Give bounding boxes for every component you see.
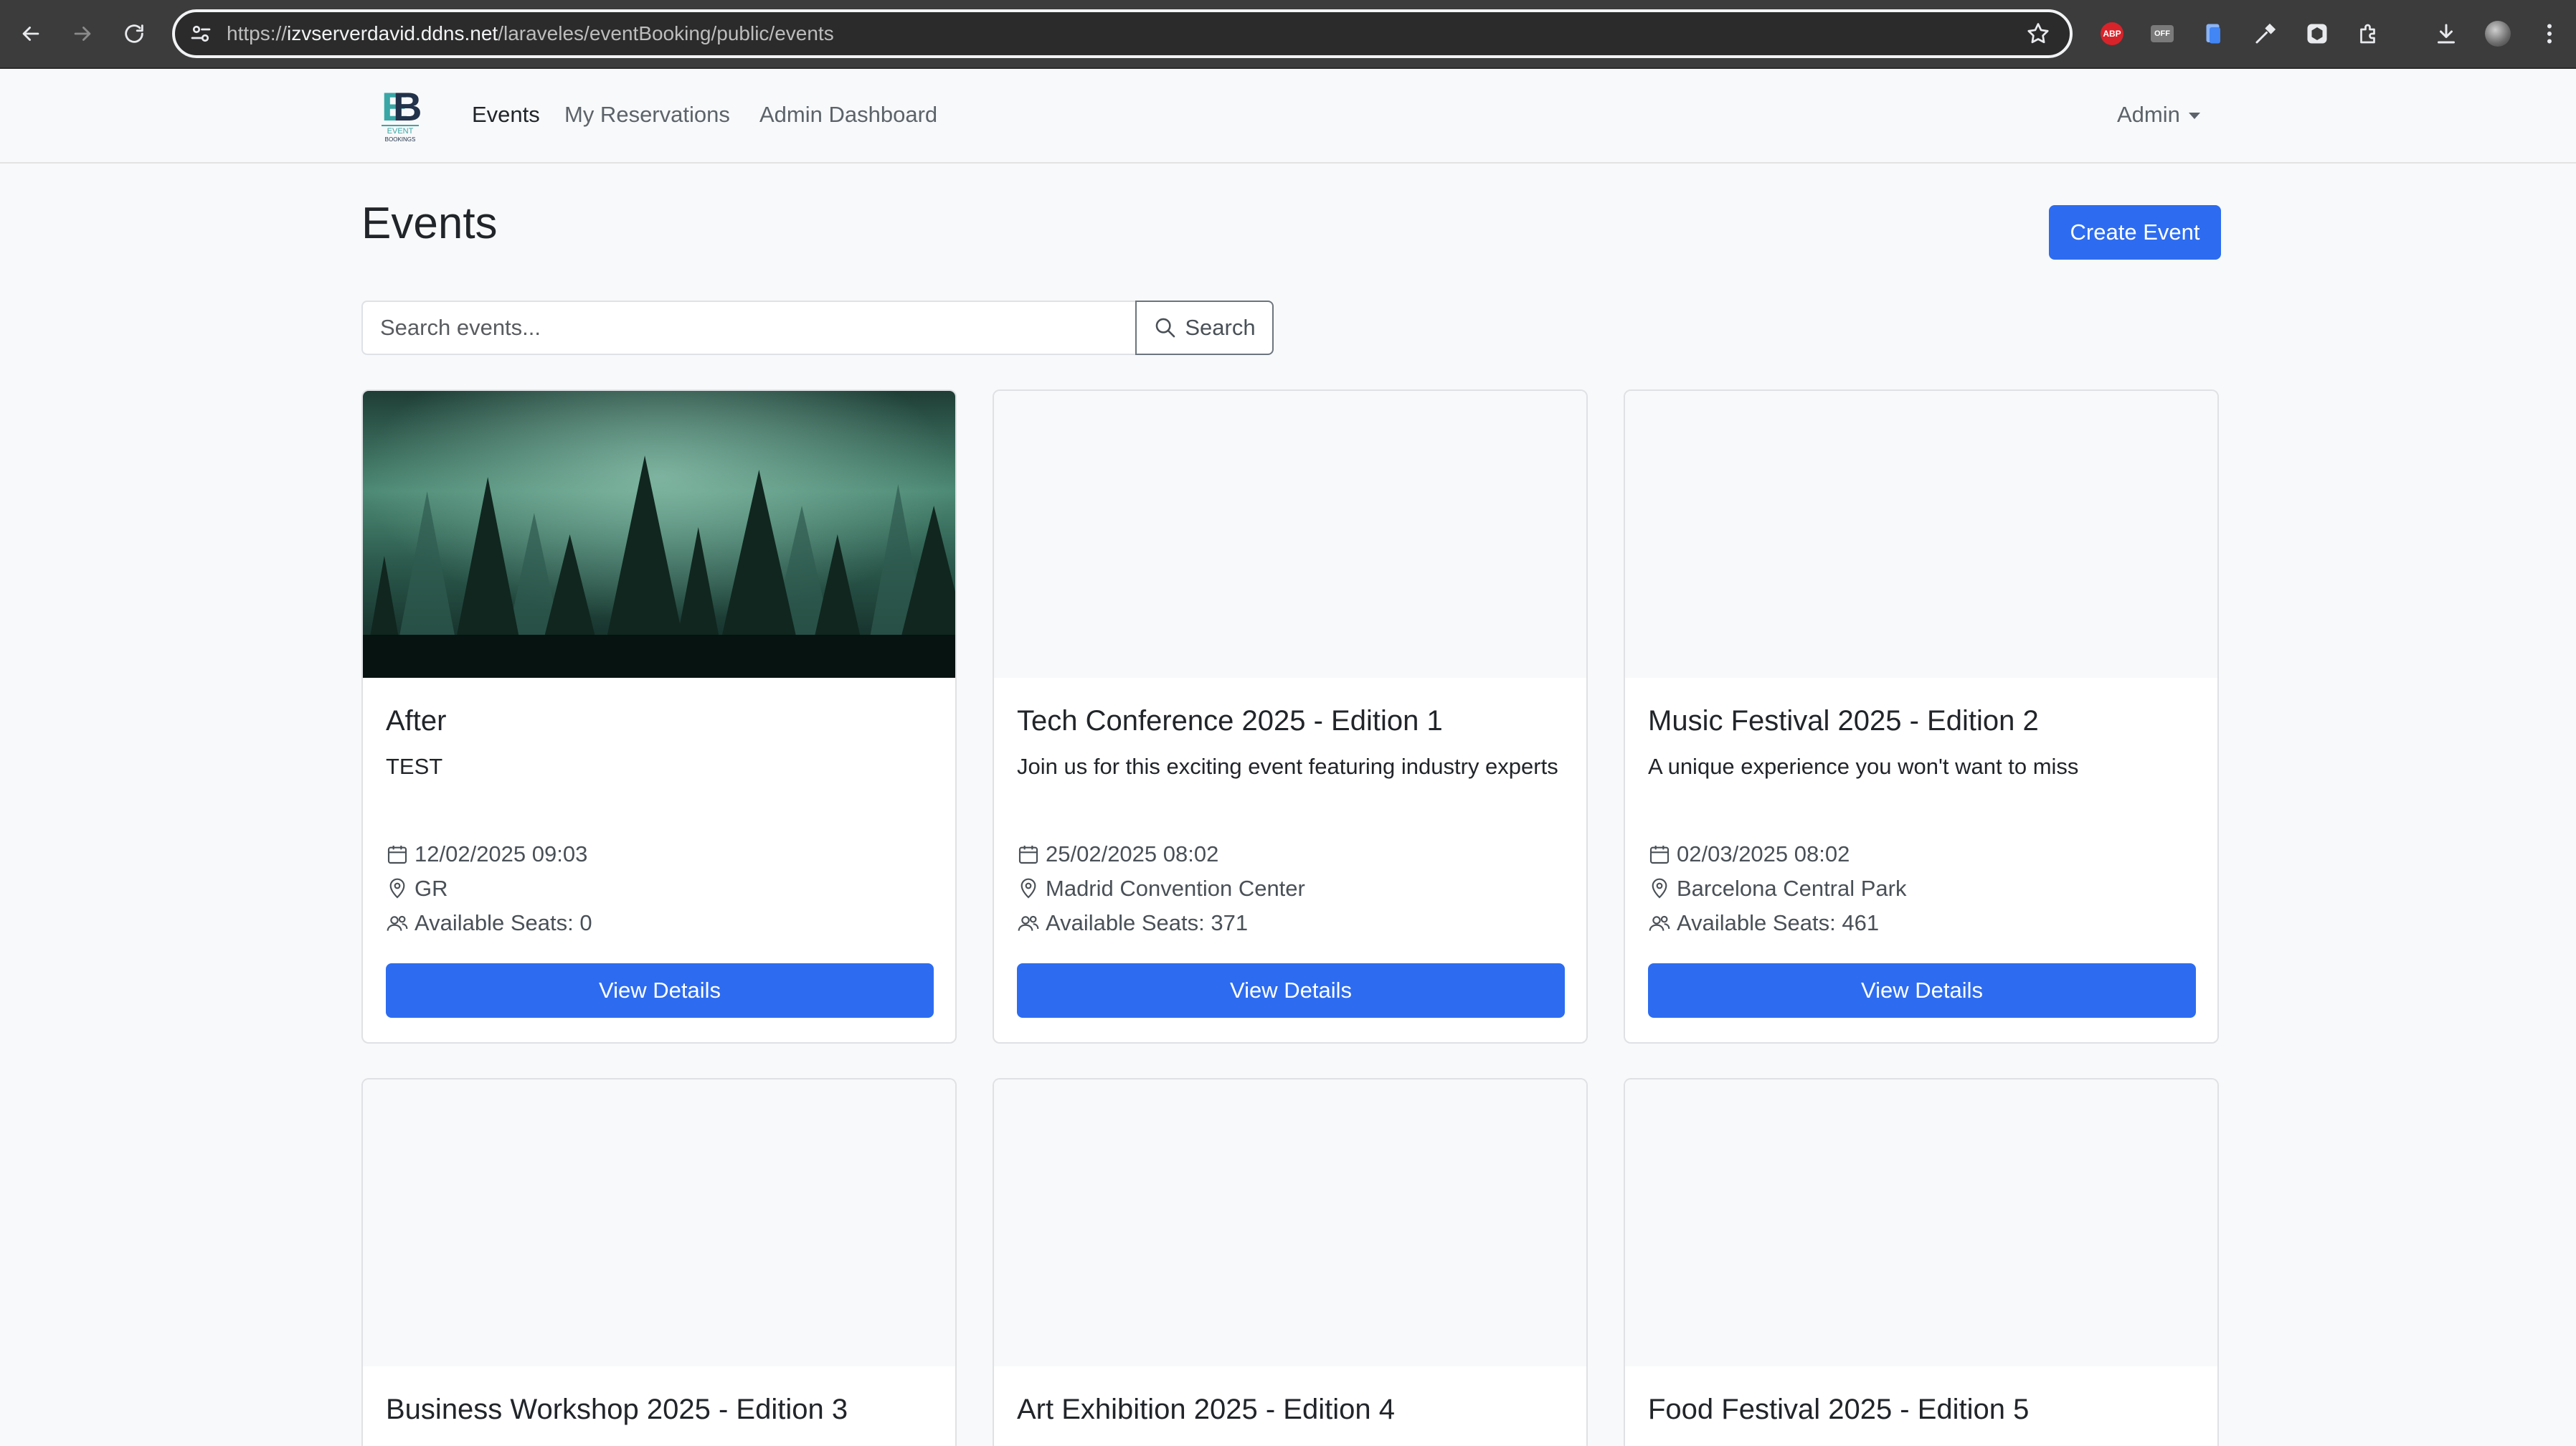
- app-navbar: E B EVENT BOOKINGS Events My Reservation…: [0, 69, 2576, 164]
- off-extension-icon[interactable]: OFF: [2149, 20, 2176, 47]
- browser-toolbar: https://izvserverdavid.ddns.net/laravele…: [0, 0, 2576, 69]
- event-location: Barcelona Central Park: [1648, 876, 1907, 902]
- event-card: Food Festival 2025 - Edition 5: [1624, 1078, 2219, 1446]
- svg-text:EVENT: EVENT: [387, 127, 414, 136]
- calendar-icon: [1018, 846, 1038, 864]
- search-button-label: Search: [1185, 315, 1256, 340]
- event-date: 02/03/2025 08:02: [1648, 841, 1850, 867]
- view-details-button[interactable]: View Details: [386, 963, 934, 1018]
- location-pin-icon: [389, 878, 405, 899]
- event-location-text: Barcelona Central Park: [1677, 876, 1907, 901]
- extensions-puzzle-icon[interactable]: [2355, 20, 2382, 47]
- event-image-placeholder: [1625, 1079, 2217, 1366]
- event-seats: Available Seats: 0: [386, 910, 592, 936]
- calendar-icon: [1649, 846, 1670, 864]
- event-seats-text: Available Seats: 0: [415, 910, 592, 935]
- document-extension-icon[interactable]: [2200, 20, 2227, 47]
- event-seats: Available Seats: 461: [1648, 910, 1879, 936]
- event-location: GR: [386, 876, 448, 902]
- event-description: Join us for this exciting event featurin…: [1017, 754, 1558, 779]
- search-icon: [1156, 318, 1175, 338]
- event-image-placeholder: [994, 1079, 1586, 1366]
- people-icon: [387, 915, 408, 931]
- event-seats: Available Seats: 371: [1017, 910, 1248, 936]
- event-date-text: 25/02/2025 08:02: [1046, 841, 1219, 866]
- create-event-button[interactable]: Create Event: [2049, 205, 2221, 260]
- event-image-placeholder: [1625, 391, 2217, 678]
- view-details-button[interactable]: View Details: [1017, 963, 1565, 1018]
- event-card: Music Festival 2025 - Edition 2 A unique…: [1624, 389, 2219, 1044]
- caret-down-icon: [2188, 112, 2200, 119]
- back-icon[interactable]: [14, 17, 47, 50]
- menu-kebab-icon[interactable]: [2536, 20, 2563, 47]
- download-icon[interactable]: [2433, 20, 2460, 47]
- user-menu-label: Admin: [2117, 102, 2180, 127]
- view-details-button[interactable]: View Details: [1648, 963, 2196, 1018]
- page-title: Events: [361, 199, 498, 248]
- event-seats-text: Available Seats: 371: [1046, 910, 1249, 935]
- event-card: Art Exhibition 2025 - Edition 4: [993, 1078, 1588, 1446]
- forward-icon[interactable]: [66, 17, 99, 50]
- event-title: Art Exhibition 2025 - Edition 4: [1017, 1394, 1395, 1425]
- user-menu-toggle[interactable]: Admin: [2117, 102, 2200, 128]
- hexagon-extension-icon[interactable]: [2303, 20, 2331, 47]
- event-date-text: 02/03/2025 08:02: [1677, 841, 1850, 866]
- event-description: TEST: [386, 754, 443, 779]
- event-title: Food Festival 2025 - Edition 5: [1648, 1394, 2030, 1425]
- people-icon: [1649, 915, 1670, 931]
- event-location-text: Madrid Convention Center: [1046, 876, 1305, 901]
- adblock-extension-icon[interactable]: ABP: [2098, 20, 2126, 47]
- event-title: Business Workshop 2025 - Edition 3: [386, 1394, 848, 1425]
- nav-link-admin-dashboard[interactable]: Admin Dashboard: [759, 102, 937, 128]
- nav-link-my-reservations[interactable]: My Reservations: [564, 102, 730, 128]
- eyedropper-extension-icon[interactable]: [2252, 20, 2279, 47]
- event-image-placeholder: [363, 1079, 955, 1366]
- event-date-text: 12/02/2025 09:03: [415, 841, 588, 866]
- event-image-placeholder: [994, 391, 1586, 678]
- event-date: 12/02/2025 09:03: [386, 841, 587, 867]
- event-date: 25/02/2025 08:02: [1017, 841, 1218, 867]
- event-image: [363, 391, 955, 678]
- event-location-text: GR: [415, 876, 448, 901]
- people-icon: [1018, 915, 1039, 931]
- nav-link-events[interactable]: Events: [472, 102, 540, 128]
- event-title: After: [386, 705, 447, 737]
- svg-text:BOOKINGS: BOOKINGS: [385, 136, 416, 143]
- profile-avatar-icon[interactable]: [2484, 20, 2511, 47]
- event-seats-text: Available Seats: 461: [1677, 910, 1880, 935]
- event-bookings-logo[interactable]: E B EVENT BOOKINGS: [379, 85, 422, 145]
- search-button[interactable]: Search: [1135, 301, 1274, 355]
- calendar-icon: [387, 846, 407, 864]
- bookmark-star-icon[interactable]: [2025, 21, 2051, 47]
- event-description: A unique experience you won't want to mi…: [1648, 754, 2079, 779]
- url-text: https://izvserverdavid.ddns.net/laravele…: [227, 22, 834, 44]
- site-settings-icon[interactable]: [188, 21, 214, 47]
- svg-text:B: B: [393, 85, 422, 129]
- event-location: Madrid Convention Center: [1017, 876, 1305, 902]
- event-card: Tech Conference 2025 - Edition 1 Join us…: [993, 389, 1588, 1044]
- event-card: After TEST 12/02/2025 09:03 GR Available…: [361, 389, 957, 1044]
- search-input[interactable]: [361, 301, 1136, 355]
- reload-icon[interactable]: [118, 17, 151, 50]
- event-card: Business Workshop 2025 - Edition 3: [361, 1078, 957, 1446]
- event-title: Tech Conference 2025 - Edition 1: [1017, 705, 1443, 737]
- location-pin-icon: [1021, 878, 1036, 899]
- event-title: Music Festival 2025 - Edition 2: [1648, 705, 2039, 737]
- address-bar[interactable]: https://izvserverdavid.ddns.net/laravele…: [172, 9, 2073, 58]
- location-pin-icon: [1652, 878, 1667, 899]
